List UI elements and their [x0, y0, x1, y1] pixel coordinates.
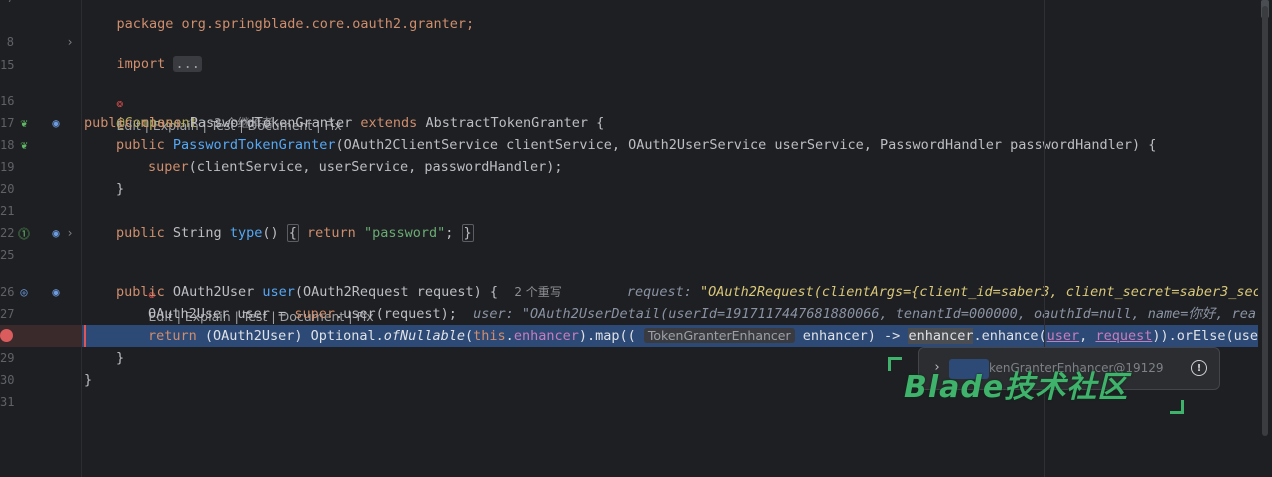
line-number: 15	[0, 58, 15, 72]
execution-caret	[84, 325, 86, 347]
code-line-19: super(clientService, userService, passwo…	[148, 156, 563, 178]
superclass-name: AbstractTokenGranter {	[425, 115, 605, 131]
semicolon: ;	[445, 225, 454, 241]
code-lens-1: ❂ Edit | Explain | Test | Document | Fix	[84, 70, 342, 133]
spring-bean-icon[interactable]: ❦	[16, 115, 32, 131]
editor-gutter: 7 8 › 15 16 17 ❦ ◉ 18 ❦ 19 20 21 22 ⓵ ◉ …	[0, 0, 82, 477]
code-line-22: public String type() { return "password"…	[116, 222, 474, 244]
code-line-28: return (OAuth2User) Optional.ofNullable(…	[148, 325, 1258, 347]
folded-brace-close[interactable]: }	[461, 224, 474, 242]
code-lens-2: ❂ Edit | Explain | Test | Document | Fix	[116, 261, 374, 324]
vertical-scrollbar[interactable]	[1258, 0, 1272, 477]
code-line-30: }	[84, 369, 92, 391]
constructor-params: (OAuth2ClientService clientService, OAut…	[335, 137, 1157, 153]
line-number: 16	[0, 94, 15, 108]
public-keyword: public	[116, 284, 165, 300]
line-number: 8	[6, 35, 14, 49]
watermark-bracket-icon	[888, 357, 902, 371]
cast-expression: (OAuth2User) Optional.	[204, 328, 384, 344]
super-call: .user(request);	[334, 306, 457, 322]
debug-inline-value[interactable]: "OAuth2UserDetail(userId=191711744768188…	[522, 306, 1258, 322]
public-keyword: public	[116, 137, 165, 153]
method-name: type	[229, 225, 263, 241]
package-statement: package org.springblade.core.oauth2.gran…	[116, 16, 475, 32]
line-number: 20	[0, 182, 15, 196]
enhance-call: .enhance(	[973, 328, 1047, 344]
local-var-decl: OAuth2User user =	[148, 306, 287, 322]
code-line-8: import ...	[84, 31, 202, 72]
orelse-call: )).orElse(user);	[1152, 328, 1258, 344]
super-keyword: super	[148, 159, 189, 175]
public-keyword: public	[116, 225, 165, 241]
this-keyword: this	[473, 328, 506, 344]
class-name: PasswordTokenGranter	[189, 115, 353, 131]
param-type-hint: TokenGranterEnhancer	[643, 328, 795, 343]
overridden-down-icon[interactable]: ◉	[48, 284, 64, 300]
fold-expand-icon[interactable]: ›	[62, 34, 78, 50]
code-line-26: public OAuth2User user(OAuth2Request req…	[116, 281, 1258, 303]
code-line-27: OAuth2User user = super.user(request); u…	[148, 303, 1258, 325]
line-number: 21	[0, 204, 15, 218]
closing-brace: }	[116, 181, 125, 197]
line-number: 19	[0, 160, 15, 174]
implemented-down-icon[interactable]: ◉	[48, 115, 64, 131]
string-literal: "password"	[363, 225, 446, 241]
dot: .	[505, 328, 514, 344]
return-keyword: return	[148, 328, 197, 344]
watermark-bracket-icon	[1170, 400, 1184, 414]
info-icon[interactable]: !	[1191, 360, 1207, 376]
scrollbar-thumb[interactable]	[1262, 6, 1268, 436]
request-ref[interactable]: request	[1095, 328, 1152, 344]
override-up-icon[interactable]: ◎	[16, 284, 32, 300]
overrides-hint[interactable]: 2 个重写	[514, 285, 561, 299]
map-call: ).map((	[578, 328, 636, 344]
line-number: 7	[0, 0, 14, 5]
return-type: String	[172, 225, 222, 241]
comma: ,	[1079, 328, 1088, 344]
fold-expand-icon[interactable]: ›	[62, 225, 78, 241]
code-line-29: }	[116, 347, 124, 369]
constructor-name: PasswordTokenGranter	[172, 137, 336, 153]
breakpoint-icon[interactable]	[0, 329, 13, 342]
line-number: 26	[0, 285, 15, 299]
line-number: 29	[0, 351, 15, 365]
watermark: Blade技术社区	[904, 370, 1129, 405]
extends-keyword: extends	[360, 115, 418, 131]
code-line-16: @Component 2 个继承者	[84, 90, 274, 131]
super-args: (clientService, userService, passwordHan…	[188, 159, 563, 175]
debug-inline-value[interactable]: "OAuth2Request(clientArgs={client_id=sab…	[700, 284, 1258, 300]
line-number: 31	[0, 395, 15, 409]
paren: (	[465, 328, 474, 344]
super-keyword: super	[294, 306, 335, 322]
line-number: 17	[0, 116, 15, 130]
method-parens: ()	[262, 225, 279, 241]
closing-brace: }	[116, 350, 125, 366]
code-line-17: public class PasswordTokenGranter extend…	[84, 112, 604, 134]
static-method: ofNullable	[383, 328, 466, 344]
method-params: (OAuth2Request request) {	[294, 284, 499, 300]
hovered-variable[interactable]: enhancer	[908, 328, 974, 344]
public-class-keywords: public class	[84, 115, 182, 131]
implements-up-icon[interactable]: ⓵	[16, 225, 32, 241]
field-ref: enhancer	[513, 328, 579, 344]
method-name: user	[262, 284, 295, 300]
debug-inline-label: user:	[473, 306, 514, 322]
lambda-param: enhancer) ->	[802, 328, 901, 344]
spring-bean-icon[interactable]: ❦	[16, 137, 32, 153]
user-ref[interactable]: user	[1047, 328, 1080, 344]
line-number: 25	[0, 248, 15, 262]
debug-inline-label: request:	[626, 284, 692, 300]
return-keyword: return	[307, 225, 356, 241]
line-number: 22	[0, 226, 15, 240]
closing-brace: }	[84, 372, 93, 388]
code-line-7: package org.springblade.core.oauth2.gran…	[84, 0, 475, 32]
code-line-20: }	[116, 178, 124, 200]
line-number: 30	[0, 373, 15, 387]
line-number: 27	[0, 307, 15, 321]
line-number: 18	[0, 138, 15, 152]
folded-brace-open[interactable]: {	[286, 224, 299, 242]
code-line-18: public PasswordTokenGranter(OAuth2Client…	[116, 134, 1156, 156]
return-type: OAuth2User	[172, 284, 255, 300]
